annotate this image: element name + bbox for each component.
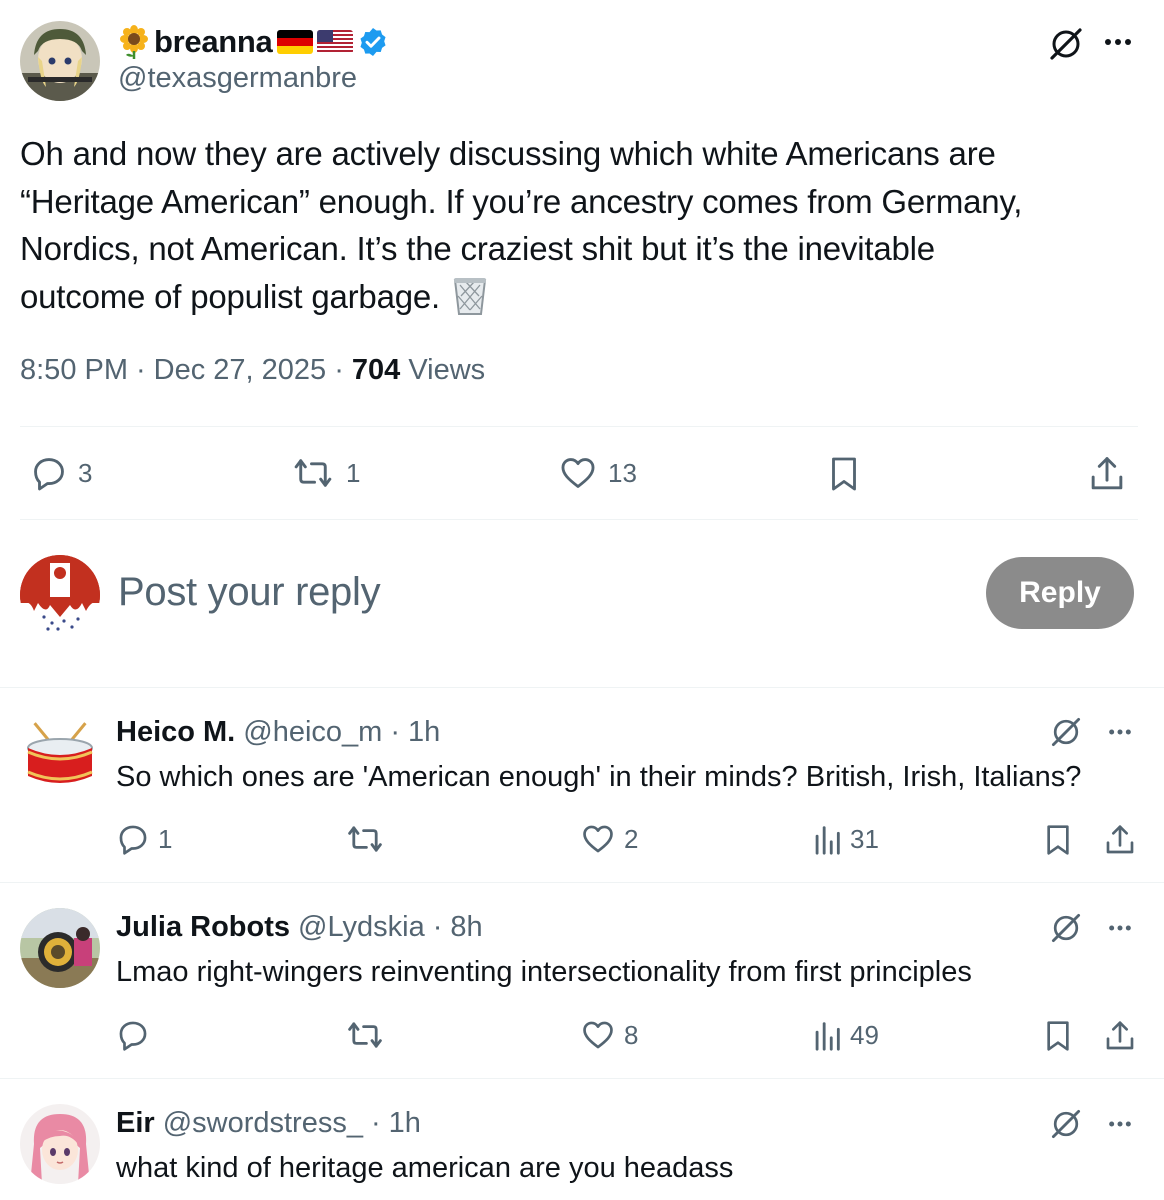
repost-count: 1 xyxy=(346,457,361,488)
reply-time[interactable]: 8h xyxy=(450,911,482,944)
more-options-icon[interactable] xyxy=(1104,918,1136,938)
separator-dot: · xyxy=(390,716,400,748)
views-action[interactable]: 49 xyxy=(812,1018,879,1052)
reply-header: Heico M. @heico_m · 1h xyxy=(116,716,440,749)
separator-dot: · xyxy=(136,354,146,386)
grok-icon[interactable] xyxy=(1048,714,1084,750)
like-action[interactable]: 13 xyxy=(558,454,637,492)
repost-action[interactable] xyxy=(344,822,386,856)
sunflower-icon xyxy=(118,25,150,59)
grok-icon[interactable] xyxy=(1048,1106,1084,1142)
repost-action[interactable]: 1 xyxy=(290,454,360,492)
analytics-icon xyxy=(812,1018,842,1052)
reply-author-handle[interactable]: @Lydskia xyxy=(298,911,425,944)
reply-author-handle[interactable]: @heico_m xyxy=(243,716,382,749)
reply-text: So which ones are 'American enough' in t… xyxy=(116,761,1082,793)
divider xyxy=(20,426,1138,427)
divider xyxy=(20,519,1138,520)
separator-dot: · xyxy=(432,911,443,943)
reply-text: what kind of heritage american are you h… xyxy=(116,1152,734,1184)
reply-count: 3 xyxy=(78,457,93,488)
share-icon[interactable] xyxy=(1088,454,1126,494)
reply-header: Julia Robots @Lydskia · 8h xyxy=(116,911,483,944)
views-count: 31 xyxy=(850,823,879,854)
views-label: Views xyxy=(408,354,486,386)
heart-icon xyxy=(580,1018,616,1052)
reply-icon xyxy=(116,1018,150,1052)
separator-dot: · xyxy=(334,354,344,386)
reply-action[interactable]: 1 xyxy=(116,822,172,856)
us-flag-icon xyxy=(316,30,353,54)
reply-time[interactable]: 1h xyxy=(408,716,440,749)
reply-action[interactable]: 3 xyxy=(30,454,92,492)
divider xyxy=(0,882,1164,883)
separator-dot: · xyxy=(370,1107,381,1139)
grok-icon[interactable] xyxy=(1046,24,1086,64)
author-display-name: breanna xyxy=(154,24,273,59)
repost-action[interactable] xyxy=(344,1018,386,1052)
author-avatar[interactable] xyxy=(20,21,100,101)
share-icon[interactable] xyxy=(1104,1018,1136,1054)
author-handle[interactable]: @texasgermanbre xyxy=(118,62,357,95)
verified-badge-icon[interactable] xyxy=(357,26,389,58)
reply-avatar[interactable] xyxy=(20,1104,100,1184)
reply-avatar[interactable] xyxy=(20,714,100,794)
post-text-line: “Heritage American” enough. If you’re an… xyxy=(20,182,1023,220)
repost-icon xyxy=(344,822,386,856)
post-text-line: outcome of populist garbage. xyxy=(20,273,1140,321)
like-count: 8 xyxy=(624,1019,639,1050)
reply-author-name[interactable]: Heico M. xyxy=(116,716,235,749)
reply-author-handle[interactable]: @swordstress_ xyxy=(163,1107,363,1140)
reply-time[interactable]: 1h xyxy=(389,1107,421,1140)
grok-icon[interactable] xyxy=(1048,910,1084,946)
heart-icon xyxy=(580,822,616,856)
views-count: 704 xyxy=(351,354,401,386)
analytics-icon xyxy=(812,822,842,856)
views-stat[interactable]: 704 Views xyxy=(352,354,485,387)
like-action[interactable]: 8 xyxy=(580,1018,638,1052)
post-date[interactable]: Dec 27, 2025 xyxy=(154,354,327,387)
germany-flag-icon xyxy=(276,30,313,54)
reply-action[interactable] xyxy=(116,1018,150,1052)
divider xyxy=(0,1078,1164,1079)
more-options-icon[interactable] xyxy=(1100,30,1136,54)
like-action[interactable]: 2 xyxy=(580,822,638,856)
like-count: 2 xyxy=(624,823,639,854)
reply-author-name[interactable]: Eir xyxy=(116,1107,155,1140)
reply-icon xyxy=(116,822,150,856)
current-user-avatar xyxy=(20,555,100,635)
divider xyxy=(0,687,1164,688)
bookmark-icon[interactable] xyxy=(826,454,862,494)
post-text-line: Nordics, not American. It’s the craziest… xyxy=(20,230,935,267)
bookmark-icon[interactable] xyxy=(1042,1018,1074,1054)
post-text: Oh and now they are actively discussing … xyxy=(20,130,1140,320)
like-count: 13 xyxy=(608,457,637,488)
repost-icon xyxy=(344,1018,386,1052)
author-name-row[interactable]: breanna xyxy=(118,20,389,64)
views-action[interactable]: 31 xyxy=(812,822,879,856)
reply-avatar[interactable] xyxy=(20,908,100,988)
reply-icon xyxy=(30,454,68,492)
repost-icon xyxy=(290,454,336,492)
more-options-icon[interactable] xyxy=(1104,1114,1136,1134)
heart-icon xyxy=(558,454,598,492)
post-text-line: Oh and now they are actively discussing … xyxy=(20,135,996,172)
reply-header: Eir @swordstress_ · 1h xyxy=(116,1107,421,1140)
reply-author-name[interactable]: Julia Robots xyxy=(116,911,290,944)
reply-button[interactable]: Reply xyxy=(986,557,1134,629)
bookmark-icon[interactable] xyxy=(1042,822,1074,858)
share-icon[interactable] xyxy=(1104,822,1136,858)
reply-text: Lmao right-wingers reinventing intersect… xyxy=(116,956,972,988)
reply-count: 1 xyxy=(158,823,173,854)
wastebasket-icon xyxy=(452,276,488,316)
views-count: 49 xyxy=(850,1019,879,1050)
more-options-icon[interactable] xyxy=(1104,722,1136,742)
post-meta: 8:50 PM · Dec 27, 2025 · 704 Views xyxy=(20,354,485,387)
post-time[interactable]: 8:50 PM xyxy=(20,354,128,387)
reply-input[interactable]: Post your reply xyxy=(118,570,381,615)
